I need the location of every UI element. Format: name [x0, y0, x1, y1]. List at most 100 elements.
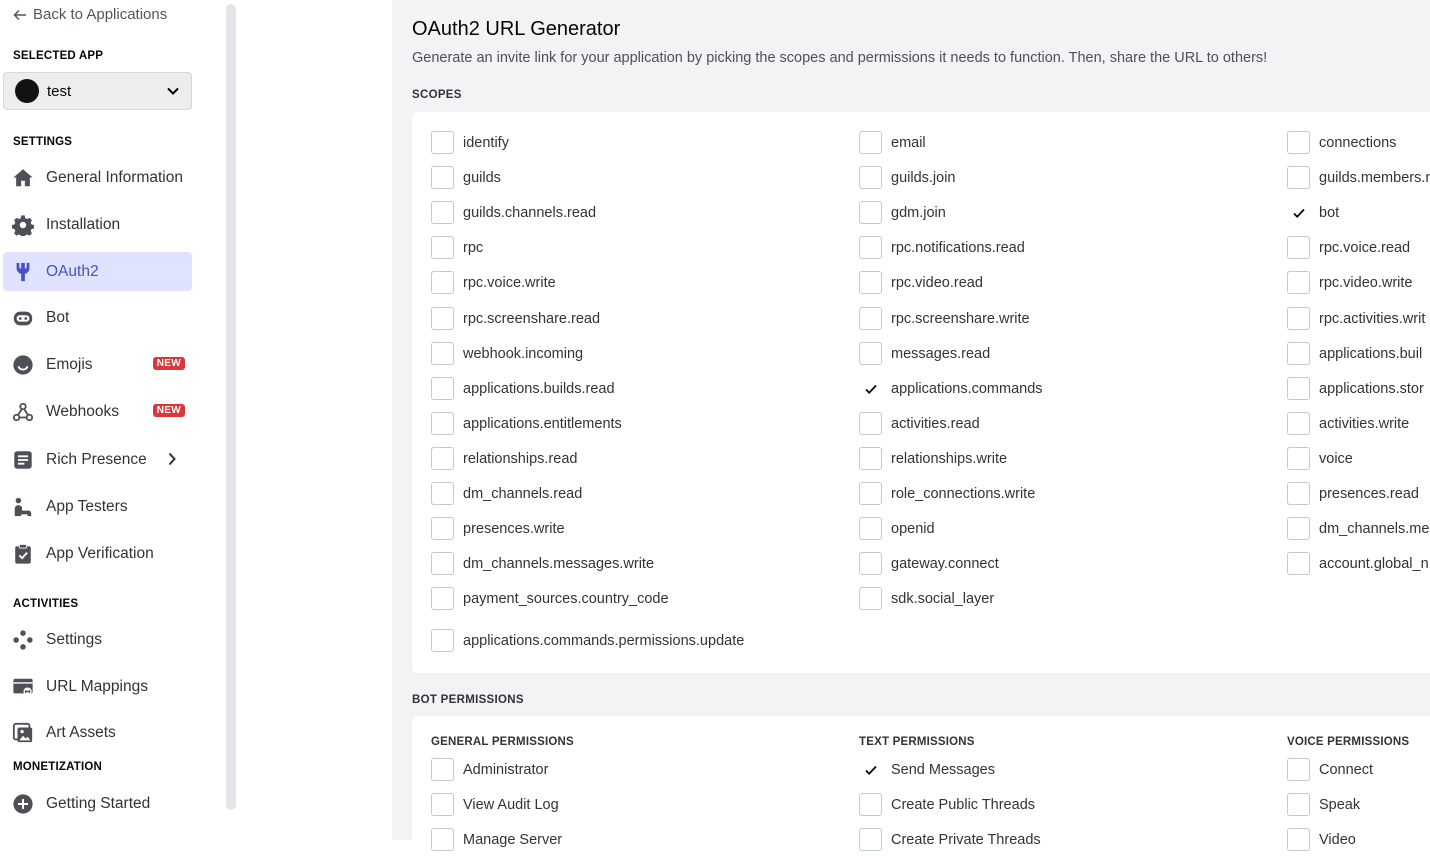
checkbox[interactable]: [431, 271, 454, 294]
checkbox[interactable]: [1287, 447, 1310, 470]
checkbox[interactable]: [1287, 517, 1310, 540]
checkbox[interactable]: [859, 307, 882, 330]
checkbox[interactable]: [859, 447, 882, 470]
checkbox[interactable]: [431, 201, 454, 224]
checkbox-checked[interactable]: [859, 377, 882, 400]
checkbox-option[interactable]: role_connections.write: [859, 482, 1035, 505]
checkbox[interactable]: [1287, 552, 1310, 575]
checkbox-option[interactable]: messages.read: [859, 342, 990, 365]
checkbox-checked[interactable]: [1287, 201, 1310, 224]
checkbox-option[interactable]: webhook.incoming: [431, 342, 583, 365]
checkbox[interactable]: [1287, 166, 1310, 189]
checkbox-option[interactable]: Send Messages: [859, 758, 995, 781]
checkbox-option[interactable]: payment_sources.country_code: [431, 587, 669, 610]
checkbox-option[interactable]: rpc.video.read: [859, 271, 983, 294]
checkbox[interactable]: [431, 552, 454, 575]
checkbox-option[interactable]: applications.entitlements: [431, 412, 622, 435]
checkbox-option[interactable]: Speak: [1287, 793, 1360, 816]
checkbox-option[interactable]: applications.commands: [859, 377, 1043, 400]
checkbox-option[interactable]: applications.commands.permissions.update: [431, 629, 744, 652]
checkbox-option[interactable]: guilds.channels.read: [431, 201, 596, 224]
checkbox-option[interactable]: dm_channels.messages.write: [431, 552, 654, 575]
checkbox[interactable]: [431, 629, 454, 652]
checkbox[interactable]: [859, 517, 882, 540]
checkbox[interactable]: [859, 482, 882, 505]
checkbox-option[interactable]: account.global_n: [1287, 552, 1429, 575]
checkbox-option[interactable]: presences.read: [1287, 482, 1419, 505]
checkbox[interactable]: [859, 412, 882, 435]
checkbox-option[interactable]: connections: [1287, 131, 1396, 154]
checkbox[interactable]: [1287, 271, 1310, 294]
checkbox-option[interactable]: gateway.connect: [859, 552, 999, 575]
checkbox-option[interactable]: rpc.voice.read: [1287, 236, 1410, 259]
sidebar-item-url-mappings[interactable]: URL Mappings: [3, 667, 192, 706]
checkbox-option[interactable]: rpc: [431, 236, 483, 259]
checkbox-option[interactable]: identify: [431, 131, 509, 154]
checkbox-option[interactable]: Create Public Threads: [859, 793, 1035, 816]
checkbox-option[interactable]: dm_channels.read: [431, 482, 582, 505]
checkbox[interactable]: [1287, 412, 1310, 435]
checkbox[interactable]: [431, 412, 454, 435]
checkbox-option[interactable]: Administrator: [431, 758, 548, 781]
sidebar-item-getting-started[interactable]: Getting Started: [3, 784, 192, 823]
sidebar-item-emojis[interactable]: Emojis NEW: [3, 345, 192, 384]
checkbox-option[interactable]: relationships.write: [859, 447, 1007, 470]
checkbox[interactable]: [431, 131, 454, 154]
checkbox[interactable]: [1287, 793, 1310, 816]
checkbox-checked[interactable]: [859, 758, 882, 781]
checkbox[interactable]: [431, 236, 454, 259]
checkbox-option[interactable]: presences.write: [431, 517, 565, 540]
checkbox-option[interactable]: activities.write: [1287, 412, 1409, 435]
checkbox[interactable]: [431, 482, 454, 505]
checkbox[interactable]: [1287, 236, 1310, 259]
back-to-applications-link[interactable]: Back to Applications: [13, 6, 167, 23]
checkbox-option[interactable]: rpc.voice.write: [431, 271, 556, 294]
checkbox[interactable]: [431, 342, 454, 365]
sidebar-item-oauth2[interactable]: OAuth2: [3, 252, 192, 291]
sidebar-item-installation[interactable]: Installation: [3, 205, 192, 244]
checkbox[interactable]: [859, 166, 882, 189]
checkbox[interactable]: [431, 377, 454, 400]
checkbox[interactable]: [859, 271, 882, 294]
sidebar-scrollbar[interactable]: [226, 4, 236, 810]
checkbox-option[interactable]: guilds.join: [859, 166, 956, 189]
checkbox-option[interactable]: View Audit Log: [431, 793, 559, 816]
checkbox-option[interactable]: guilds.members.r: [1287, 166, 1430, 189]
checkbox-option[interactable]: rpc.activities.writ: [1287, 307, 1425, 330]
checkbox-option[interactable]: Connect: [1287, 758, 1373, 781]
app-selector-dropdown[interactable]: test: [3, 72, 192, 110]
sidebar-item-app-testers[interactable]: App Testers: [3, 487, 192, 526]
checkbox[interactable]: [1287, 131, 1310, 154]
checkbox-option[interactable]: rpc.video.write: [1287, 271, 1412, 294]
checkbox[interactable]: [859, 131, 882, 154]
checkbox-option[interactable]: applications.stor: [1287, 377, 1424, 400]
checkbox[interactable]: [431, 793, 454, 816]
checkbox-option[interactable]: applications.buil: [1287, 342, 1422, 365]
checkbox[interactable]: [431, 587, 454, 610]
sidebar-item-bot[interactable]: Bot: [3, 298, 192, 337]
checkbox[interactable]: [859, 201, 882, 224]
checkbox[interactable]: [859, 793, 882, 816]
sidebar-item-webhooks[interactable]: Webhooks NEW: [3, 392, 192, 431]
checkbox-option[interactable]: rpc.screenshare.read: [431, 307, 600, 330]
checkbox[interactable]: [1287, 342, 1310, 365]
checkbox-option[interactable]: sdk.social_layer: [859, 587, 994, 610]
checkbox[interactable]: [859, 236, 882, 259]
sidebar-item-general-information[interactable]: General Information: [3, 158, 192, 197]
checkbox-option[interactable]: activities.read: [859, 412, 980, 435]
checkbox[interactable]: [1287, 377, 1310, 400]
checkbox[interactable]: [431, 758, 454, 781]
checkbox[interactable]: [859, 587, 882, 610]
checkbox[interactable]: [431, 517, 454, 540]
checkbox-option[interactable]: gdm.join: [859, 201, 946, 224]
checkbox[interactable]: [431, 307, 454, 330]
checkbox[interactable]: [431, 166, 454, 189]
checkbox[interactable]: [859, 342, 882, 365]
checkbox[interactable]: [1287, 307, 1310, 330]
checkbox-option[interactable]: rpc.screenshare.write: [859, 307, 1030, 330]
sidebar-item-rich-presence[interactable]: Rich Presence: [3, 440, 192, 479]
checkbox-option[interactable]: bot: [1287, 201, 1339, 224]
checkbox-option[interactable]: dm_channels.me: [1287, 517, 1429, 540]
checkbox-option[interactable]: openid: [859, 517, 935, 540]
sidebar-item-art-assets[interactable]: Art Assets: [3, 713, 192, 752]
